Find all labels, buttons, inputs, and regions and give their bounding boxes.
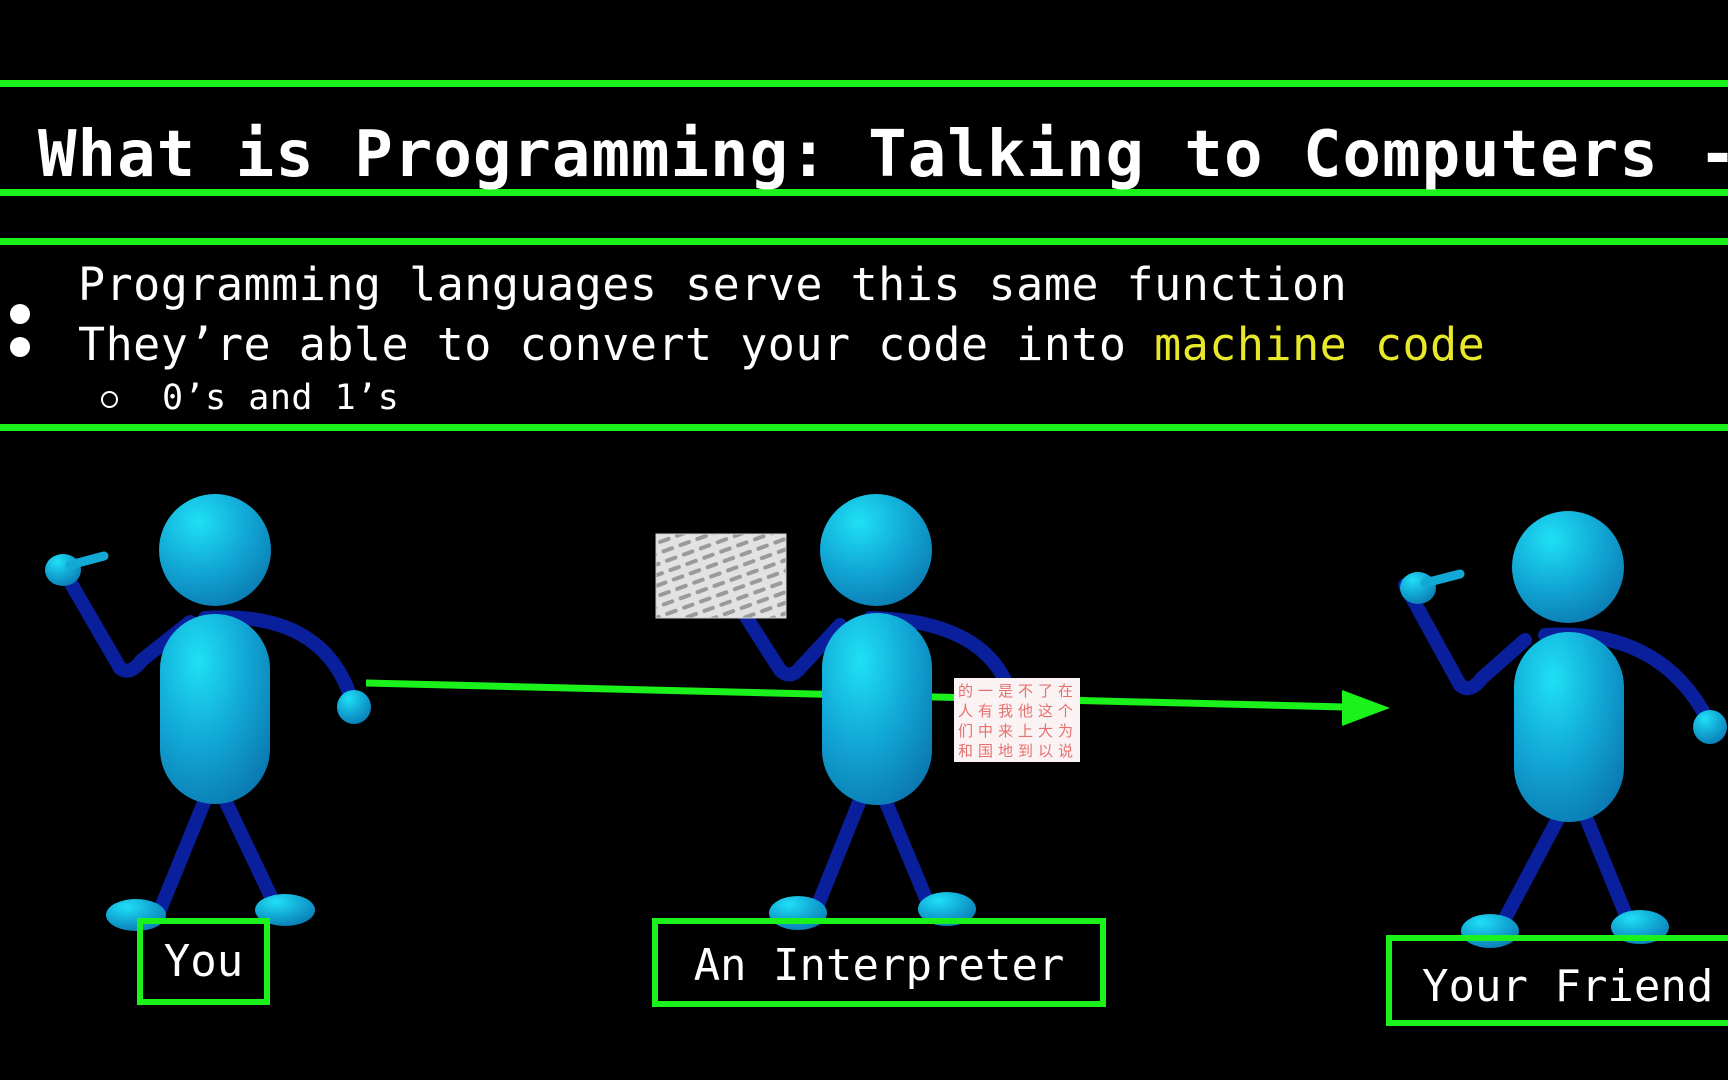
hanzi-char: 大 (1038, 722, 1053, 740)
torso (1514, 632, 1624, 822)
hanzi-char: 他 (1018, 702, 1033, 720)
hanzi-char: 以 (1038, 742, 1053, 760)
hanzi-char: 说 (1058, 742, 1073, 760)
hanzi-char: 这 (1038, 702, 1053, 720)
hanzi-char: 不 (1018, 682, 1033, 700)
chinese-text-card: 的一是不了在人有我他这个们中来上大为和国地到以说 (954, 678, 1080, 762)
label-your-friend: Your Friend (1386, 935, 1728, 1026)
hanzi-char: 为 (1058, 722, 1073, 740)
figure-you (45, 494, 371, 931)
hanzi-char: 上 (1018, 722, 1033, 740)
hanzi-char: 国 (978, 742, 993, 760)
hanzi-char: 在 (1058, 682, 1073, 700)
hanzi-char: 我 (998, 702, 1013, 720)
hanzi-char: 的 (958, 682, 973, 700)
hanzi-char: 地 (998, 742, 1013, 760)
hanzi-char: 到 (1018, 742, 1033, 760)
english-text-card (655, 533, 787, 619)
head (820, 494, 932, 606)
label-your-friend-text: Your Friend (1422, 961, 1714, 1012)
hanzi-char: 个 (1058, 702, 1073, 720)
head (1512, 511, 1624, 623)
hanzi-char: 是 (998, 682, 1013, 700)
torso (822, 613, 932, 805)
hanzi-char: 中 (978, 722, 993, 740)
label-interpreter: An Interpreter (652, 918, 1106, 1007)
label-interpreter-text: An Interpreter (693, 940, 1065, 991)
hanzi-char: 了 (1038, 682, 1053, 700)
figure-your-friend (1398, 511, 1727, 948)
hanzi-char: 人 (958, 702, 973, 720)
hanzi-char: 和 (958, 742, 973, 760)
hanzi-char: 们 (958, 722, 973, 740)
label-you: You (137, 918, 270, 1005)
head (159, 494, 271, 606)
hanzi-char: 来 (998, 722, 1013, 740)
hanzi-char: 有 (978, 702, 993, 720)
arrow-head-icon (1342, 690, 1390, 726)
figure-interpreter: 的一是不了在人有我他这个们中来上大为和国地到以说 (655, 494, 1080, 930)
hanzi-char: 一 (978, 682, 993, 700)
label-you-text: You (163, 936, 244, 987)
torso (160, 614, 270, 804)
